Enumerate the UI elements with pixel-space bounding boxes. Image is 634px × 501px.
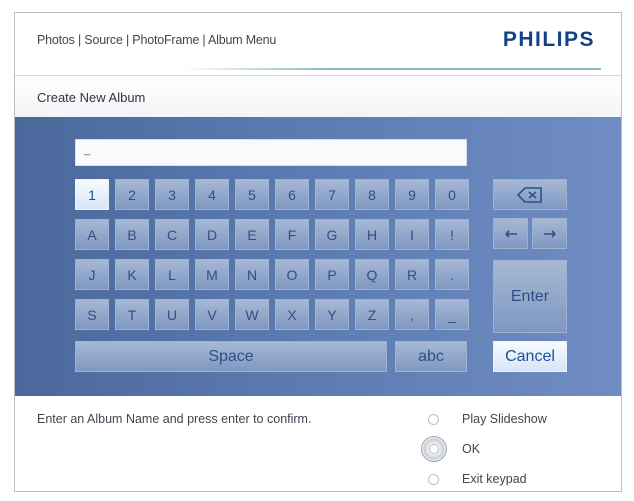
key-row2-8[interactable]: I: [395, 219, 429, 250]
key-row3-0[interactable]: J: [75, 259, 109, 290]
key-row2-2[interactable]: C: [155, 219, 189, 250]
key-row3-8[interactable]: R: [395, 259, 429, 290]
key-row2-4[interactable]: E: [235, 219, 269, 250]
key-row4-5[interactable]: X: [275, 299, 309, 330]
key-row2-6[interactable]: G: [315, 219, 349, 250]
key-row1-9[interactable]: 0: [435, 179, 469, 210]
key-row4-0[interactable]: S: [75, 299, 109, 330]
key-row3-2[interactable]: L: [155, 259, 189, 290]
play-slideshow-radio-icon[interactable]: [428, 414, 439, 425]
key-row1-7[interactable]: 8: [355, 179, 389, 210]
key-row3-1[interactable]: K: [115, 259, 149, 290]
key-row3-7[interactable]: Q: [355, 259, 389, 290]
key-row1-4[interactable]: 5: [235, 179, 269, 210]
enter-key[interactable]: Enter: [493, 260, 567, 333]
title-bar: Create New Album: [15, 75, 621, 118]
key-row4-9[interactable]: _: [435, 299, 469, 330]
exit-keypad-option[interactable]: Exit keypad: [462, 472, 527, 486]
key-row2-5[interactable]: F: [275, 219, 309, 250]
key-row2-9[interactable]: !: [435, 219, 469, 250]
key-row3-5[interactable]: O: [275, 259, 309, 290]
key-row4-4[interactable]: W: [235, 299, 269, 330]
backspace-icon: [517, 186, 542, 203]
header-divider: [181, 68, 601, 70]
key-row4-1[interactable]: T: [115, 299, 149, 330]
key-row1-0[interactable]: 1: [75, 179, 109, 210]
cursor-right-key[interactable]: [532, 218, 567, 249]
key-row1-8[interactable]: 9: [395, 179, 429, 210]
arrow-right-icon: [543, 229, 556, 238]
key-row2-3[interactable]: D: [195, 219, 229, 250]
cursor-left-key[interactable]: [493, 218, 528, 249]
key-row1-2[interactable]: 3: [155, 179, 189, 210]
key-row1-1[interactable]: 2: [115, 179, 149, 210]
key-row4-2[interactable]: U: [155, 299, 189, 330]
key-row2-7[interactable]: H: [355, 219, 389, 250]
keyboard-panel: _ 1 2 3 4 5 6 7 8 9 0 A B C D E F G H I! J K L M N O P Q R. S T U V W X Y Z…: [15, 117, 621, 396]
instruction-text: Enter an Album Name and press enter to c…: [37, 412, 312, 426]
abc-key[interactable]: abc: [395, 341, 467, 372]
ok-option[interactable]: OK: [462, 442, 480, 456]
key-row3-4[interactable]: N: [235, 259, 269, 290]
text-cursor: _: [84, 144, 91, 156]
screen-frame: Photos | Source | PhotoFrame | Album Men…: [14, 12, 622, 492]
key-row4-7[interactable]: Z: [355, 299, 389, 330]
key-row1-3[interactable]: 4: [195, 179, 229, 210]
key-row4-6[interactable]: Y: [315, 299, 349, 330]
space-key[interactable]: Space: [75, 341, 387, 372]
breadcrumb: Photos | Source | PhotoFrame | Album Men…: [37, 33, 277, 47]
key-row2-0[interactable]: A: [75, 219, 109, 250]
exit-keypad-radio-icon[interactable]: [428, 474, 439, 485]
backspace-key[interactable]: [493, 179, 567, 210]
key-row2-1[interactable]: B: [115, 219, 149, 250]
key-row3-9[interactable]: .: [435, 259, 469, 290]
key-row3-6[interactable]: P: [315, 259, 349, 290]
arrow-left-icon: [504, 229, 517, 238]
brand-logo: PHILIPS: [502, 28, 595, 51]
key-row4-8[interactable]: ,: [395, 299, 429, 330]
album-name-input[interactable]: _: [75, 139, 467, 166]
key-row1-5[interactable]: 6: [275, 179, 309, 210]
key-row1-6[interactable]: 7: [315, 179, 349, 210]
ok-radio-icon[interactable]: [421, 436, 447, 462]
play-slideshow-option[interactable]: Play Slideshow: [462, 412, 547, 426]
key-row3-3[interactable]: M: [195, 259, 229, 290]
page-title: Create New Album: [37, 90, 146, 105]
cancel-key[interactable]: Cancel: [493, 341, 567, 372]
key-row4-3[interactable]: V: [195, 299, 229, 330]
